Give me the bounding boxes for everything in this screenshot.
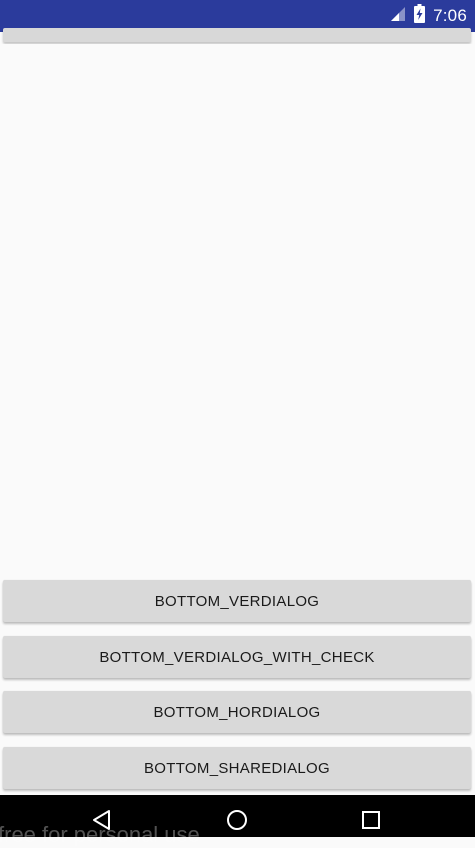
bottom-verdialog-button[interactable]: BOTTOM_VERDIALOG — [3, 580, 471, 622]
content-area — [0, 44, 475, 574]
navigation-bar — [0, 795, 475, 837]
bottom-hordialog-button[interactable]: BOTTOM_HORDIALOG — [3, 691, 471, 733]
top-button-partial[interactable] — [3, 28, 471, 42]
recents-icon[interactable] — [360, 809, 382, 831]
home-icon[interactable] — [226, 809, 248, 831]
battery-charging-icon — [414, 4, 426, 28]
back-icon[interactable] — [91, 809, 113, 831]
bottom-verdialog-with-check-button[interactable]: BOTTOM_VERDIALOG_WITH_CHECK — [3, 636, 471, 678]
status-time: 7:06 — [433, 6, 467, 25]
signal-icon — [390, 6, 406, 27]
bottom-sharedialog-button[interactable]: BOTTOM_SHAREDIALOG — [3, 747, 471, 789]
